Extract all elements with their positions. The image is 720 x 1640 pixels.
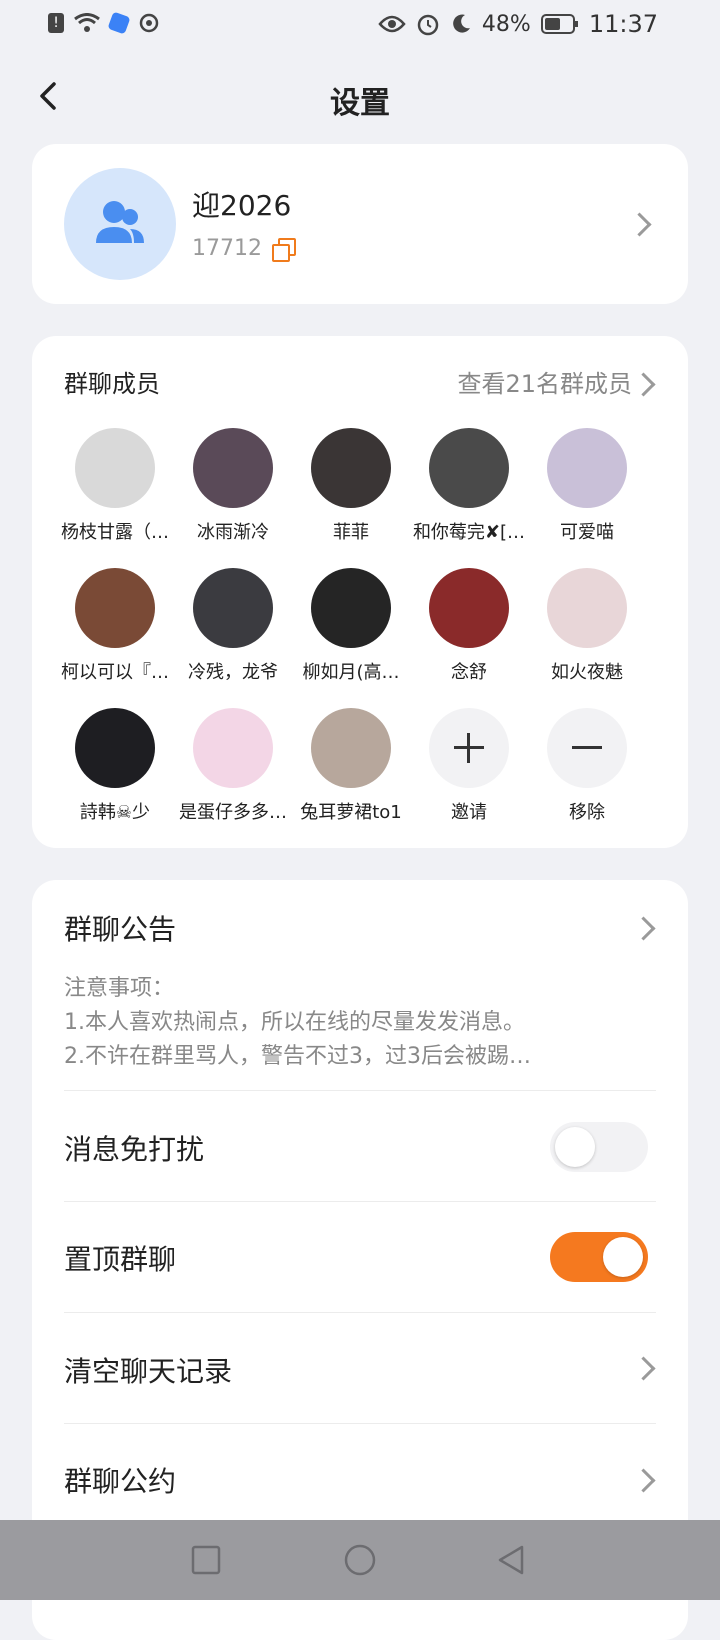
toggle-knob xyxy=(555,1127,595,1167)
group-id: 17712 xyxy=(192,236,262,261)
group-name: 迎2026 xyxy=(192,189,292,222)
battery-icon xyxy=(540,14,578,34)
pin-chat-toggle[interactable] xyxy=(550,1232,648,1282)
clock: 11:37 xyxy=(588,10,658,38)
members-card: 群聊成员 查看21名群成员 杨枝甘露（… 冰雨渐冷 菲菲 和你莓完✘[… 可爱喵… xyxy=(32,336,688,848)
chevron-right-icon xyxy=(631,372,656,397)
member-avatar xyxy=(75,428,155,508)
group-notice-label: 群聊公告 xyxy=(64,913,177,946)
member-avatar xyxy=(547,428,627,508)
member-item[interactable]: 菲菲 xyxy=(292,428,410,544)
home-icon[interactable] xyxy=(342,1542,378,1578)
app-notification-icon xyxy=(107,11,131,35)
member-item[interactable]: 柯以可以『… xyxy=(56,568,174,684)
notice-line: 注意事项： xyxy=(64,976,175,1001)
member-avatar xyxy=(311,708,391,788)
member-name: 和你莓完✘[… xyxy=(412,522,526,543)
member-avatar xyxy=(75,708,155,788)
copy-icon[interactable] xyxy=(272,237,296,262)
back-nav-icon[interactable] xyxy=(494,1542,530,1578)
group-info-card[interactable]: 迎2026 17712 xyxy=(32,144,688,304)
members-grid: 杨枝甘露（… 冰雨渐冷 菲菲 和你莓完✘[… 可爱喵 柯以可以『… 冷残，龙爷 … xyxy=(56,428,664,824)
divider xyxy=(64,1090,656,1091)
member-item[interactable]: 可爱喵 xyxy=(528,428,646,544)
member-name: 菲菲 xyxy=(333,522,369,543)
member-name: 可爱喵 xyxy=(560,522,614,543)
member-item[interactable]: 念舒 xyxy=(410,568,528,684)
alarm-icon xyxy=(417,14,439,36)
plus-icon xyxy=(429,708,509,788)
recents-icon[interactable] xyxy=(188,1542,224,1578)
members-title: 群聊成员 xyxy=(64,370,160,398)
member-item[interactable]: 是蛋仔多多… xyxy=(174,708,292,824)
member-name: 冷残，龙爷 xyxy=(188,662,278,683)
group-avatar xyxy=(64,168,176,280)
member-name: 如火夜魅 xyxy=(551,662,623,683)
moon-icon xyxy=(453,14,470,33)
member-item[interactable]: 冷残，龙爷 xyxy=(174,568,292,684)
remove-button[interactable]: 移除 xyxy=(528,708,646,824)
clear-history-row[interactable]: 清空聊天记录 xyxy=(64,1350,656,1390)
chevron-right-icon xyxy=(627,212,652,237)
pin-chat-label: 置顶群聊 xyxy=(64,1243,177,1276)
member-avatar xyxy=(429,568,509,648)
member-avatar xyxy=(429,428,509,508)
member-avatar xyxy=(311,428,391,508)
group-people-icon xyxy=(96,201,144,243)
member-avatar xyxy=(311,568,391,648)
wifi-icon xyxy=(74,13,100,32)
view-all-members-link[interactable]: 查看21名群成员 xyxy=(457,364,632,399)
member-name: 冰雨渐冷 xyxy=(197,522,269,543)
member-name: 是蛋仔多多… xyxy=(179,802,287,823)
group-rules-label: 群聊公约 xyxy=(64,1465,177,1498)
group-notice-text: 注意事项： 1.本人喜欢热闹点，所以在线的尽量发发消息。 2.不许在群里骂人，警… xyxy=(64,972,664,1074)
member-item[interactable]: 冰雨渐冷 xyxy=(174,428,292,544)
member-name: 杨枝甘露（… xyxy=(61,522,169,543)
remove-label: 移除 xyxy=(569,802,605,823)
group-notice-row[interactable]: 群聊公告 xyxy=(64,908,656,948)
member-avatar xyxy=(547,568,627,648)
member-item[interactable]: 詩韩☠少 xyxy=(56,708,174,824)
member-avatar xyxy=(193,568,273,648)
invite-button[interactable]: 邀请 xyxy=(410,708,528,824)
do-not-disturb-toggle[interactable] xyxy=(550,1122,648,1172)
top-bar: 设置 xyxy=(0,70,720,130)
notice-line: 1.本人喜欢热闹点，所以在线的尽量发发消息。 xyxy=(64,1010,525,1035)
member-item[interactable]: 兔耳萝裙to1 xyxy=(292,708,410,824)
divider xyxy=(64,1201,656,1202)
do-not-disturb-label: 消息免打扰 xyxy=(64,1133,205,1166)
divider xyxy=(64,1312,656,1313)
status-bar: ! 48% 11:37 xyxy=(0,0,720,50)
member-item[interactable]: 和你莓完✘[… xyxy=(410,428,528,544)
eye-icon xyxy=(378,15,406,33)
hotspot-icon xyxy=(139,13,159,33)
divider xyxy=(64,1423,656,1424)
member-avatar xyxy=(193,428,273,508)
member-name: 念舒 xyxy=(451,662,487,683)
member-item[interactable]: 杨枝甘露（… xyxy=(56,428,174,544)
member-name: 詩韩☠少 xyxy=(79,802,151,823)
alert-icon: ! xyxy=(48,13,64,33)
member-item[interactable]: 柳如月(高… xyxy=(292,568,410,684)
member-avatar xyxy=(75,568,155,648)
member-name: 兔耳萝裙to1 xyxy=(300,802,402,823)
member-name: 柯以可以『… xyxy=(61,662,169,683)
member-item[interactable]: 如火夜魅 xyxy=(528,568,646,684)
group-id-row: 17712 xyxy=(192,236,296,262)
minus-icon xyxy=(547,708,627,788)
toggle-knob xyxy=(603,1237,643,1277)
notice-line: 2.不许在群里骂人，警告不过3，过3后会被踢… xyxy=(64,1044,531,1069)
invite-label: 邀请 xyxy=(451,802,487,823)
battery-percent: 48% xyxy=(481,11,531,37)
page-title: 设置 xyxy=(330,86,390,121)
member-avatar xyxy=(193,708,273,788)
member-name: 柳如月(高… xyxy=(302,662,400,683)
clear-history-label: 清空聊天记录 xyxy=(64,1355,233,1388)
system-nav-bar xyxy=(0,1520,720,1600)
group-rules-row[interactable]: 群聊公约 xyxy=(64,1460,656,1500)
